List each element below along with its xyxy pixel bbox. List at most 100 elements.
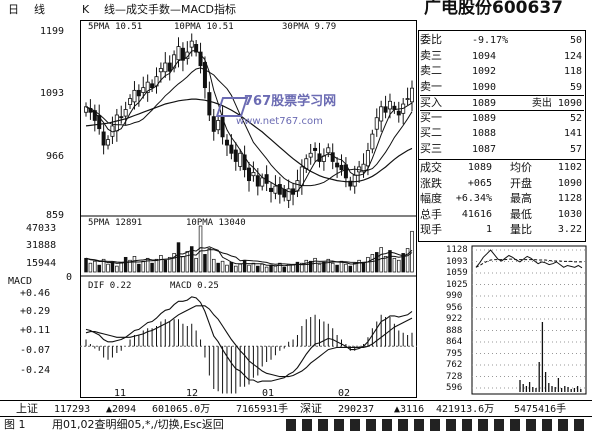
intraday-frame: [471, 245, 587, 395]
macd-legend-dif: DIF 0.22: [88, 281, 131, 292]
quote-stat-value: 41616: [461, 208, 492, 220]
volume-legend-10: 10PMA 13040: [186, 218, 246, 229]
quote-price: 1090: [472, 81, 497, 93]
quote-stat-value: 1089: [467, 162, 492, 173]
quote-stat-label: 成交: [420, 161, 442, 174]
intraday-layer: [471, 245, 587, 395]
quote-stat-value: 1090: [557, 177, 582, 189]
tab-daily[interactable]: 日: [8, 4, 19, 15]
quote-price: 1088: [472, 128, 497, 139]
quote-row: 卖一 1090 59: [420, 80, 584, 94]
kline-legend-10: 10PMA 10.51: [174, 22, 234, 33]
intraday-y-label: 922: [446, 314, 463, 324]
intraday-y-label: 762: [446, 360, 463, 370]
quote-label: 卖二: [420, 64, 442, 77]
volume-legend-5: 5PMA 12891: [88, 218, 142, 229]
stock-title: 广电股份600637: [424, 0, 563, 18]
volume-y-label: 47033: [26, 223, 57, 234]
macd-y-label: +0.11: [20, 325, 51, 336]
quote-label: 卖三: [420, 48, 442, 62]
quote-row: 委比 -9.17% 50: [420, 33, 584, 47]
status-divider: [0, 400, 592, 401]
quote-label: 买二: [420, 126, 442, 139]
legend-label: 5PMA: [88, 22, 110, 32]
kline-legend-5: 5PMA 10.51: [88, 22, 142, 33]
quote-stat-value: 3.22: [557, 224, 582, 235]
tab-k[interactable]: K: [82, 4, 89, 15]
page-label: 图 1: [4, 418, 26, 431]
kline-y-label: 859: [46, 210, 65, 221]
quote-row: 卖二 1092 118: [420, 64, 584, 78]
x-label: 12: [186, 388, 199, 399]
sz-volume: 5475416手: [514, 404, 567, 415]
legend-value: 0.22: [109, 281, 132, 291]
volume-y-label: 15944: [26, 258, 57, 269]
intraday-y-label: 728: [446, 371, 463, 382]
macd-y-label: -0.24: [20, 365, 51, 376]
stock-terminal: 日 线 K 线—成交手数—MACD指标 广电股份600637 5PMA 10.5…: [0, 0, 592, 439]
intraday-y-label: 1059: [446, 268, 468, 278]
legend-label: MACD: [170, 281, 192, 291]
sh-volume: 7165931手: [236, 404, 289, 415]
quote-price: 1087: [472, 143, 497, 155]
kline-legend-30: 30PMA 9.79: [282, 22, 336, 33]
quote-stat-label: 开盘: [510, 176, 532, 190]
quote-stat-row: 成交 1089 均价 1102: [420, 161, 584, 175]
help-text: 用01,02查明细05,*,/切换,Esc返回: [52, 418, 224, 431]
quote-price: 1089: [472, 112, 497, 124]
tab-indicator-title[interactable]: 线—成交手数—MACD指标: [104, 4, 236, 15]
legend-label: 10PMA: [174, 22, 202, 32]
intraday-y-label: 1025: [446, 279, 468, 290]
quote-label: 卖一: [420, 79, 442, 93]
watermark-site: 767股票学习网: [244, 94, 337, 109]
intraday-price-line: [475, 249, 583, 269]
quote-stat-label: 最高: [510, 192, 532, 205]
intraday-average-line: [475, 258, 582, 268]
sz-change: ▲3116: [394, 404, 425, 415]
quote-stat-row: 总手 41616 最低 1030: [420, 208, 584, 222]
quote-volume: 124: [563, 50, 582, 62]
quote-price: 1094: [472, 50, 497, 62]
sz-label: 深证: [300, 402, 322, 415]
quote-stat-row: 幅度 +6.34% 最高 1128: [420, 192, 584, 206]
volume-y-label: 31888: [26, 240, 57, 251]
macd-legend-macd: MACD 0.25: [170, 281, 219, 292]
chart-frame: [80, 20, 417, 398]
quote-volume: 118: [563, 66, 582, 77]
macd-y-label: +0.29: [20, 306, 51, 317]
quote-stat-value: +6.34%: [455, 193, 492, 204]
quote-stat-value: 1030: [557, 208, 582, 220]
legend-value: 13040: [218, 218, 246, 228]
intraday-y-label: 956: [446, 302, 463, 313]
quote-stat-label: 总手: [420, 207, 442, 221]
quote-label: 买入: [420, 96, 442, 109]
legend-value: 10.51: [206, 22, 234, 32]
quote-row: 卖三 1094 124: [420, 49, 584, 63]
quote-stat-value: 1: [485, 224, 492, 235]
intraday-y-label: 1128: [446, 245, 468, 255]
sz-index: 290237: [338, 404, 375, 415]
tab-line[interactable]: 线: [34, 4, 45, 15]
watermark-url: www.net767.com: [236, 116, 323, 127]
quote-stat-value: 1128: [557, 193, 582, 204]
legend-label: 5PMA: [88, 218, 110, 228]
macd-title: MACD: [8, 276, 33, 287]
quote-stat-label: 涨跌: [420, 176, 442, 190]
intraday-y-label: 596: [446, 383, 463, 393]
legend-label: 30PMA: [282, 22, 310, 32]
kline-y-label: 966: [46, 151, 65, 162]
sh-index: 117293: [54, 404, 91, 415]
volume-y-label: 0: [66, 272, 73, 283]
kline-y-label: 1093: [40, 88, 65, 99]
kline-y-label: 1199: [40, 26, 65, 37]
intraday-y-label: 795: [446, 348, 463, 359]
legend-label: DIF: [88, 281, 105, 291]
quote-divider: [418, 159, 586, 160]
quote-row: 买三 1087 57: [420, 142, 584, 156]
quote-price: 1089: [472, 98, 497, 109]
sh-label: 上证: [16, 402, 38, 415]
x-label: 02: [338, 388, 351, 399]
legend-label: 10PMA: [186, 218, 214, 228]
quote-volume: 141: [563, 128, 582, 139]
quote-stat-label: 幅度: [420, 192, 442, 205]
